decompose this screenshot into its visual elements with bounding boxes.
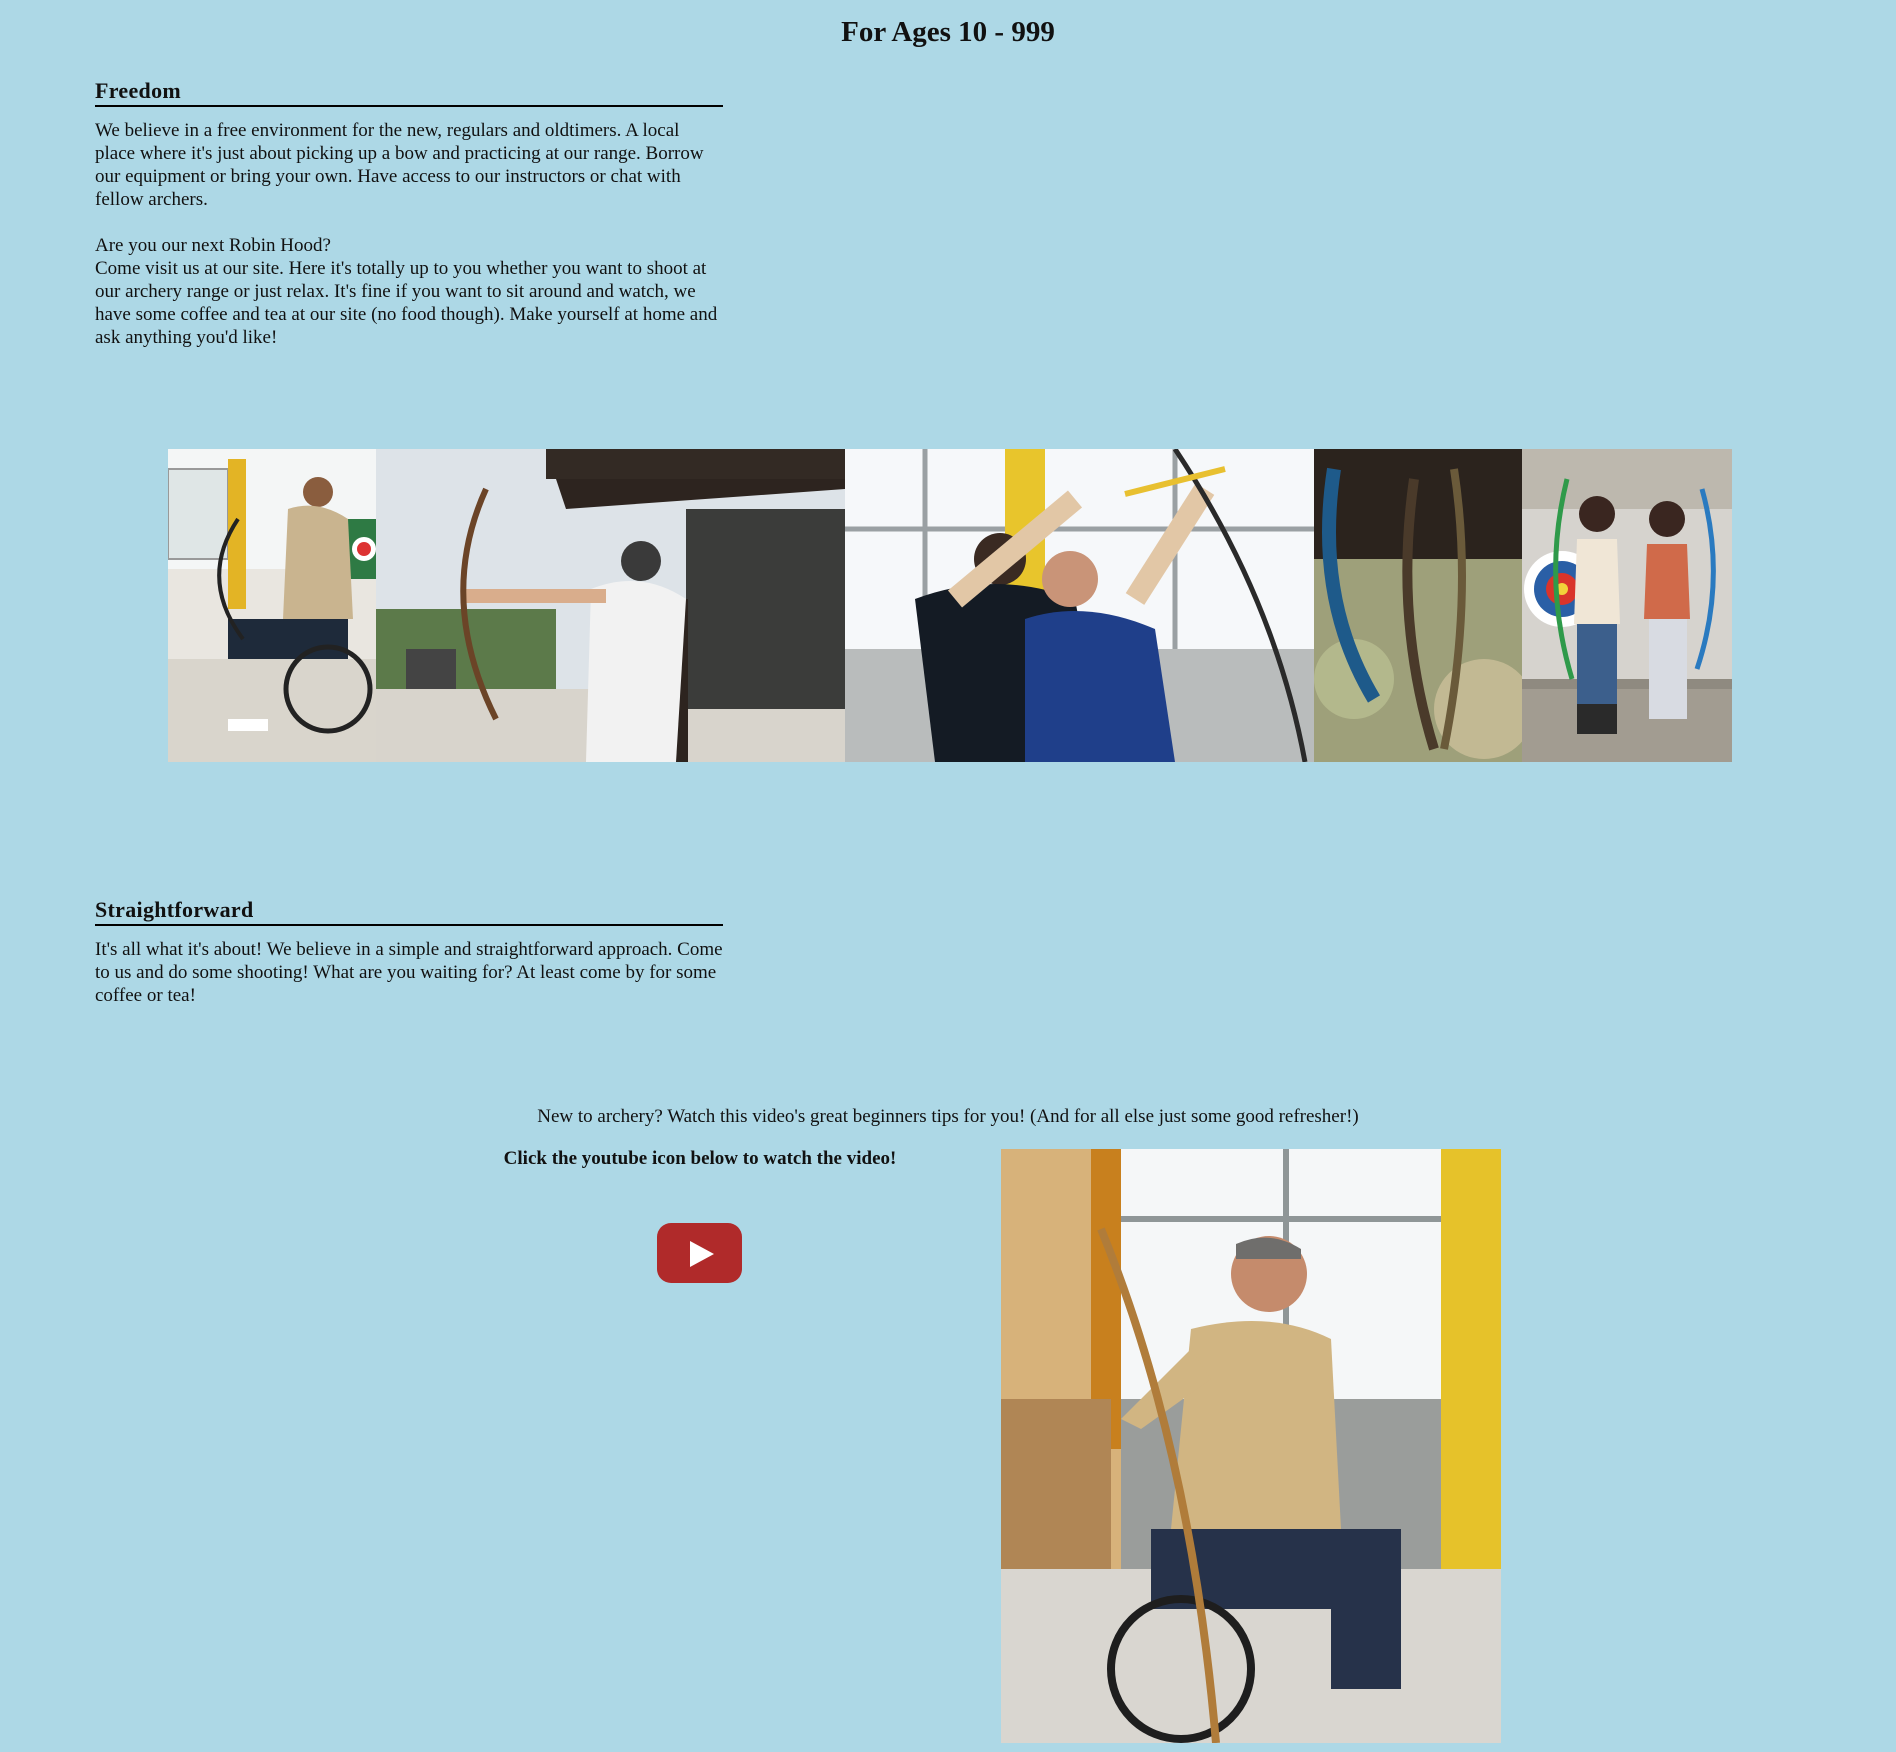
freedom-paragraph-2: Are you our next Robin Hood? Come visit … [95,234,723,349]
freedom-paragraph-1: We believe in a free environment for the… [95,120,704,210]
video-intro-text: New to archery? Watch this video's great… [537,1106,1359,1127]
straightforward-paragraph: It's all what it's about! We believe in … [95,939,723,1006]
freedom-heading: Freedom [95,78,723,107]
gallery-photo-instructor [845,449,1314,762]
gallery-photo-outdoor-archer [376,449,845,762]
photo-gallery [168,449,1732,762]
feature-photo-wheelchair-archer [1001,1149,1501,1743]
gallery-photo-girls-with-bows [1522,449,1732,762]
youtube-play-icon [690,1241,714,1267]
gallery-photo-wheelchair-archer [168,449,376,762]
video-cta-text: Click the youtube icon below to watch th… [503,1148,897,1169]
page-title: For Ages 10 - 999 [841,16,1055,48]
freedom-visit-text: Come visit us at our site. Here it's tot… [95,258,718,348]
straightforward-section: Straightforward It's all what it's about… [95,897,723,1007]
youtube-play-button[interactable] [657,1223,742,1283]
gallery-photo-bows-rack [1314,449,1522,762]
robin-hood-question: Are you our next Robin Hood? [95,235,331,256]
straightforward-heading: Straightforward [95,897,723,926]
freedom-section: Freedom We believe in a free environment… [95,78,723,349]
